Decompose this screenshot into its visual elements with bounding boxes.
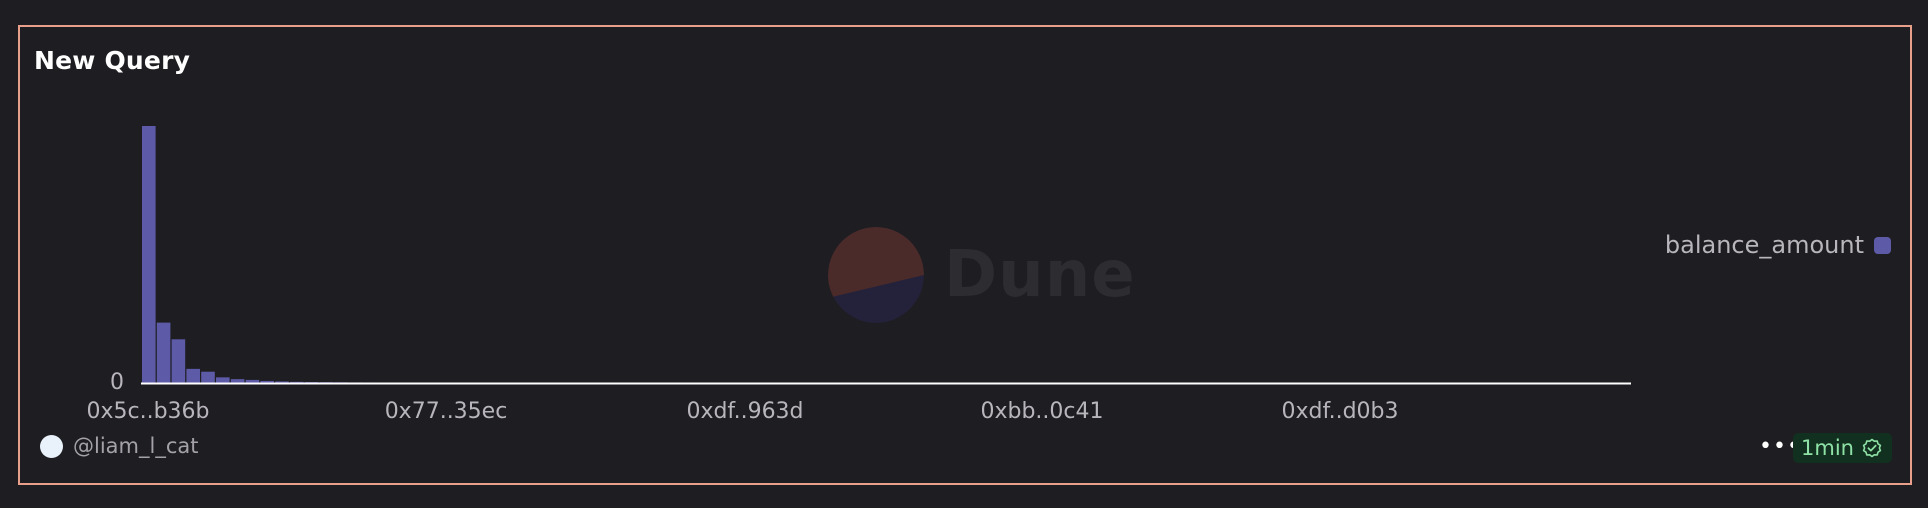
bar[interactable]	[142, 126, 156, 383]
author-username[interactable]: @liam_l_cat	[73, 434, 198, 458]
x-tick-label: 0xbb..0c41	[980, 399, 1103, 424]
avatar	[40, 434, 63, 458]
legend[interactable]: balance_amount	[1665, 231, 1891, 259]
bar[interactable]	[201, 371, 215, 383]
x-tick-label: 0xdf..d0b3	[1281, 399, 1398, 424]
x-tick-label: 0x5c..b36b	[86, 399, 209, 424]
bar[interactable]	[186, 368, 200, 383]
legend-label-balance-amount[interactable]: balance_amount	[1665, 231, 1864, 259]
bar[interactable]	[156, 322, 171, 383]
x-tick-label: 0xdf..963d	[686, 399, 803, 424]
y-tick-label: 0	[110, 370, 124, 395]
legend-swatch	[1874, 236, 1891, 254]
bar[interactable]	[230, 379, 245, 383]
bar[interactable]	[216, 377, 230, 383]
check-badge-icon	[1862, 438, 1882, 458]
bar[interactable]	[171, 339, 186, 383]
refresh-interval: 1min	[1801, 436, 1854, 460]
x-tick-label: 0x77..35ec	[385, 399, 508, 424]
bar-chart: 0 0x5c..b36b 0x77..35ec 0xdf..963d 0xbb..0c4…	[86, 126, 1631, 424]
refresh-status-badge[interactable]: 1min	[1793, 433, 1892, 463]
author[interactable]: @liam_l_cat	[40, 434, 198, 458]
